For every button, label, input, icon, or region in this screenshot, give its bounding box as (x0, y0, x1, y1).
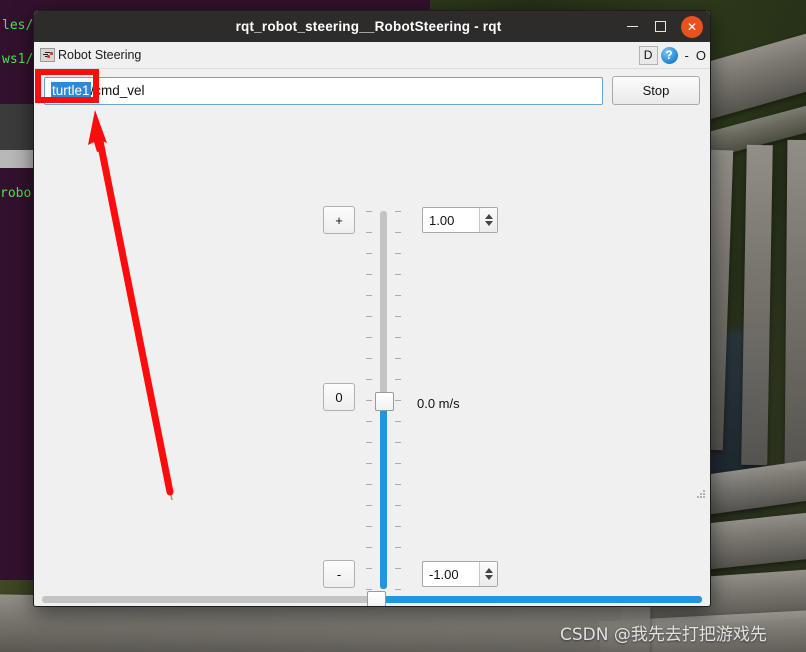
linear-velocity-readout: 0.0 m/s (417, 396, 460, 411)
grip-dot (700, 496, 702, 498)
linear-min-value: -1.00 (429, 566, 459, 582)
dock-button[interactable]: D (638, 45, 658, 65)
topic-input-rest-text: /cmd_vel (90, 83, 145, 98)
minimize-icon[interactable] (619, 14, 645, 40)
slider-tick (395, 442, 401, 443)
slider-handle[interactable] (375, 392, 394, 411)
slider-tick (366, 442, 372, 443)
grip-dot (697, 496, 699, 498)
slider-handle[interactable] (367, 591, 386, 606)
maximize-icon[interactable] (647, 14, 673, 40)
linear-zero-button[interactable]: 0 (323, 383, 355, 411)
slider-tick (366, 568, 372, 569)
linear-decrease-button[interactable]: - (323, 560, 355, 588)
slider-tick (395, 526, 401, 527)
slider-tick (395, 211, 401, 212)
help-icon[interactable]: ? (660, 46, 678, 64)
slider-tick (366, 337, 372, 338)
slider-tick (395, 400, 401, 401)
robot-steering-icon (40, 48, 55, 62)
topic-row: turtle1/cmd_vel Stop (34, 69, 710, 111)
slider-tick (395, 379, 401, 380)
slider-tick (366, 295, 372, 296)
slider-tick (366, 379, 372, 380)
grip-dot (703, 496, 705, 498)
linear-increase-button[interactable]: + (323, 206, 355, 234)
steering-main-area: + 0 - 0.0 m/s 1.00 -1.00 < 0 > (34, 111, 710, 606)
slider-tick (395, 274, 401, 275)
slider-tick (366, 400, 372, 401)
linear-max-value: 1.00 (429, 212, 455, 228)
slider-ticks-left (366, 211, 373, 590)
angular-velocity-slider[interactable] (42, 589, 702, 606)
slider-tick (395, 547, 401, 548)
slider-tick (366, 526, 372, 527)
slider-tick (395, 337, 401, 338)
watermark: CSDN @我先去打把游戏先 (560, 625, 767, 645)
slider-tick (366, 421, 372, 422)
slider-tick (395, 463, 401, 464)
resize-grip[interactable] (697, 490, 707, 500)
topic-input[interactable]: turtle1/cmd_vel (44, 76, 603, 105)
linear-max-spinbox[interactable]: 1.00 (422, 207, 498, 233)
plugin-header-bar: Robot Steering D ? - O (34, 42, 710, 69)
spinner-arrows-icon[interactable] (479, 208, 497, 232)
slider-fill (376, 596, 702, 603)
grip-dot (703, 490, 705, 492)
slider-tick (395, 253, 401, 254)
slider-tick (395, 484, 401, 485)
slider-tick (366, 547, 372, 548)
photo-post (784, 139, 806, 471)
slider-tick (395, 232, 401, 233)
slider-tick (395, 568, 401, 569)
slider-fill (380, 403, 387, 589)
plugin-title: Robot Steering (58, 48, 142, 62)
stop-button[interactable]: Stop (612, 76, 700, 105)
slider-tick (395, 421, 401, 422)
slider-tick (395, 358, 401, 359)
slider-tick (366, 505, 372, 506)
slider-tick (366, 232, 372, 233)
window-titlebar[interactable]: rqt_robot_steering__RobotSteering - rqt … (34, 11, 710, 42)
topic-input-selected-text: turtle1 (51, 82, 91, 99)
slider-tick (366, 211, 372, 212)
slider-tick (395, 316, 401, 317)
slider-tick (366, 484, 372, 485)
rqt-window[interactable]: rqt_robot_steering__RobotSteering - rqt … (33, 10, 711, 607)
grip-dot (700, 493, 702, 495)
plugin-close-button[interactable]: O (696, 48, 706, 63)
photo-post (741, 144, 773, 466)
slider-tick (366, 274, 372, 275)
linear-velocity-slider[interactable] (364, 203, 404, 597)
close-icon[interactable]: ✕ (681, 15, 703, 38)
linear-min-spinbox[interactable]: -1.00 (422, 561, 498, 587)
slider-tick (366, 358, 372, 359)
slider-tick (395, 295, 401, 296)
window-title: rqt_robot_steering__RobotSteering - rqt (235, 19, 502, 34)
slider-tick (366, 463, 372, 464)
slider-ticks-right (395, 211, 402, 590)
grip-dot (703, 493, 705, 495)
spinner-arrows-icon[interactable] (479, 562, 497, 586)
slider-tick (395, 505, 401, 506)
plugin-minimize-button[interactable]: - (685, 48, 689, 63)
slider-tick (366, 316, 372, 317)
slider-tick (366, 253, 372, 254)
